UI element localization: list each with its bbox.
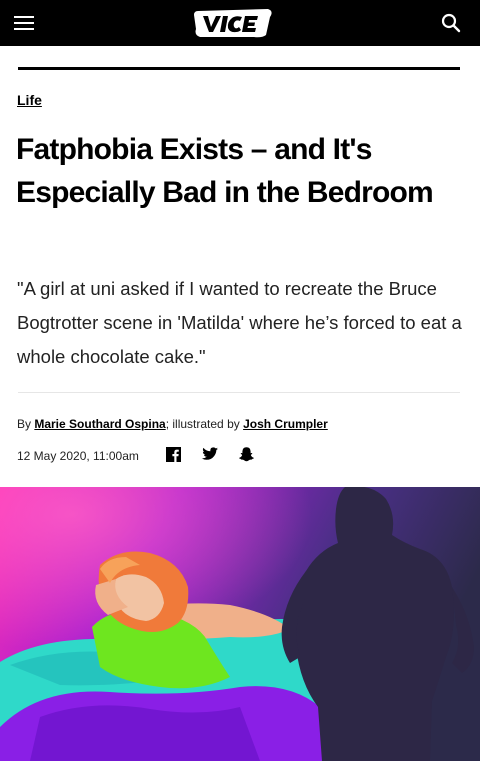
byline-prefix: By	[17, 417, 35, 431]
twitter-icon[interactable]	[201, 447, 218, 462]
publish-date: 12 May 2020, 11:00am	[17, 449, 139, 463]
hamburger-menu-icon[interactable]	[14, 13, 34, 33]
author-link[interactable]: Marie Southard Ospina	[34, 417, 165, 431]
facebook-icon[interactable]	[166, 447, 181, 462]
section-link-life[interactable]: Life	[17, 92, 42, 108]
top-navigation-bar	[0, 0, 480, 46]
hero-illustration	[0, 487, 480, 761]
byline: By Marie Southard Ospina; illustrated by…	[17, 417, 328, 431]
search-icon[interactable]	[440, 12, 462, 34]
vice-logo[interactable]	[192, 7, 274, 39]
article-headline: Fatphobia Exists – and It's Especially B…	[16, 133, 434, 209]
illustrator-link[interactable]: Josh Crumpler	[243, 417, 328, 431]
byline-separator: ; illustrated by	[165, 417, 244, 431]
snapchat-icon[interactable]	[238, 446, 255, 463]
header-divider	[18, 67, 460, 70]
article-dek: "A girl at uni asked if I wanted to recr…	[17, 278, 462, 367]
content-divider	[18, 392, 460, 393]
